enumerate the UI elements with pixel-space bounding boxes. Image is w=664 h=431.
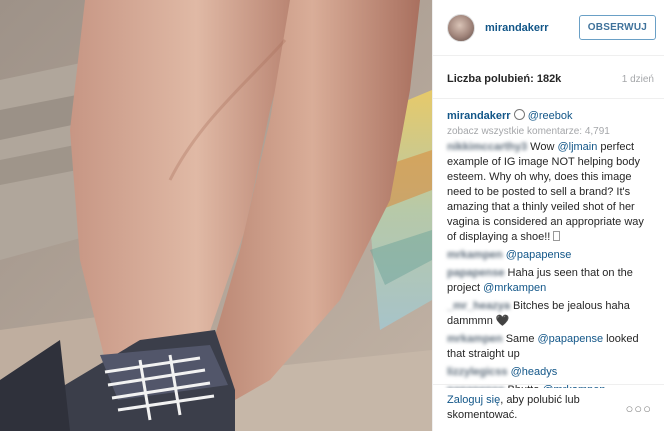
comment-username[interactable]: nikkimccarthy3 bbox=[447, 141, 527, 153]
comment-mention[interactable]: @mrkampen bbox=[483, 282, 546, 294]
comment-username[interactable]: mrkampen bbox=[447, 249, 503, 261]
comment-item: mrkampen Same @papapense looked that str… bbox=[447, 332, 654, 362]
comment-mention[interactable]: @papapense bbox=[538, 333, 604, 345]
comment-username[interactable]: _mr_heazya bbox=[447, 300, 510, 312]
comment-item: mrkampen @papapense bbox=[447, 248, 654, 263]
comment-list: nikkimccarthy3 Wow @ljmain perfect examp… bbox=[447, 140, 654, 388]
photo-illustration bbox=[0, 0, 432, 431]
heart-emoji-icon: 🖤 bbox=[495, 315, 510, 327]
login-link[interactable]: Zaloguj się bbox=[447, 394, 500, 406]
view-all-comments-link[interactable]: zobacz wszystkie komentarze: 4,791 bbox=[447, 126, 654, 137]
post-footer: Zaloguj się, aby polubić lub skomentować… bbox=[433, 384, 664, 431]
comment-username[interactable]: papapense bbox=[447, 267, 504, 279]
comment-item: _mr_heazya Bitches be jealous haha dammm… bbox=[447, 299, 654, 329]
comment-mention[interactable]: @headys bbox=[511, 366, 558, 378]
comments-section: mirandakerr @reebok zobacz wszystkie kom… bbox=[433, 98, 664, 388]
ellipsis-icon[interactable]: ○○○ bbox=[623, 397, 654, 420]
login-prompt: Zaloguj się, aby polubić lub skomentować… bbox=[447, 393, 623, 423]
comment-username[interactable]: mrkampen bbox=[447, 333, 503, 345]
post-header: mirandakerr OBSERWUJ bbox=[433, 0, 664, 56]
caption-username[interactable]: mirandakerr bbox=[447, 110, 511, 122]
unknown-char-icon bbox=[553, 231, 561, 241]
post-time[interactable]: 1 dzień bbox=[622, 74, 654, 85]
comment-item: nikkimccarthy3 Wow @ljmain perfect examp… bbox=[447, 140, 654, 245]
comment-username[interactable]: lizzylegicss bbox=[447, 366, 508, 378]
comment-item: papapense Haha jus seen that on the proj… bbox=[447, 266, 654, 296]
comment-mention[interactable]: @papapense bbox=[506, 249, 572, 261]
author-username[interactable]: mirandakerr bbox=[485, 22, 579, 34]
comment-text: Same bbox=[502, 333, 538, 345]
avatar[interactable] bbox=[447, 13, 475, 42]
smiley-emoji-icon bbox=[513, 109, 525, 120]
likes-row: Liczba polubień: 182k 1 dzień bbox=[433, 56, 664, 90]
post-caption: mirandakerr @reebok bbox=[447, 109, 654, 124]
post-photo[interactable] bbox=[0, 0, 432, 431]
comment-text: Wow bbox=[527, 141, 558, 153]
likes-count[interactable]: Liczba polubień: 182k bbox=[447, 73, 561, 85]
post-sidebar: mirandakerr OBSERWUJ Liczba polubień: 18… bbox=[432, 0, 664, 431]
caption-mention[interactable]: @reebok bbox=[528, 110, 573, 122]
instagram-post: mirandakerr OBSERWUJ Liczba polubień: 18… bbox=[0, 0, 664, 431]
comment-item: lizzylegicss @headys bbox=[447, 365, 654, 380]
comment-text: perfect example of IG image NOT helping … bbox=[447, 141, 644, 243]
comment-mention[interactable]: @ljmain bbox=[557, 141, 597, 153]
follow-button[interactable]: OBSERWUJ bbox=[578, 15, 656, 40]
